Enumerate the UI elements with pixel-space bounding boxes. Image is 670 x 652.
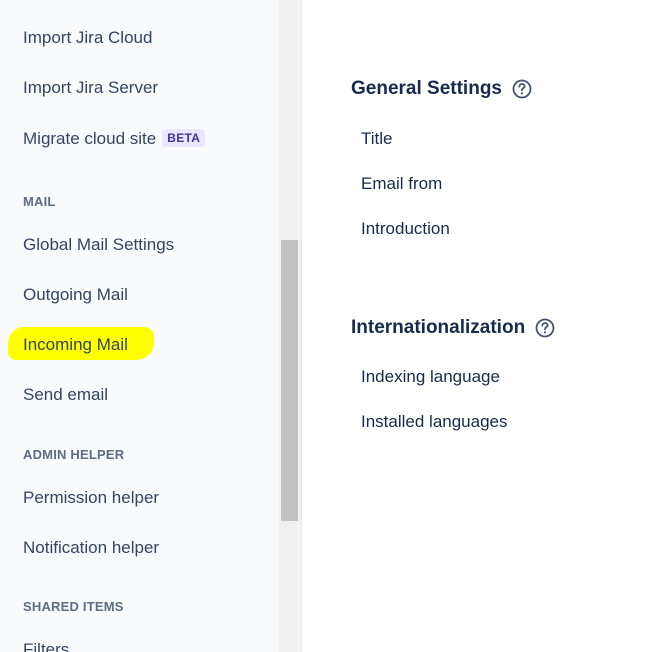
internationalization-heading: Internationalization xyxy=(351,317,555,339)
sidebar-item-incoming-mail[interactable]: Incoming Mail xyxy=(23,335,128,355)
sidebar-item-notification-helper[interactable]: Notification helper xyxy=(23,538,159,558)
section-heading-text: Internationalization xyxy=(351,317,526,338)
setting-row-introduction: Introduction xyxy=(361,219,450,238)
sidebar-item-label: Filters xyxy=(23,640,70,652)
sidebar-scrollbar[interactable] xyxy=(279,0,302,652)
help-icon[interactable] xyxy=(512,79,532,99)
sidebar-item-label: Import Jira Server xyxy=(23,78,159,97)
setting-row-indexing-language: Indexing language xyxy=(361,367,500,386)
sidebar-item-label: Permission helper xyxy=(23,488,160,507)
sidebar-item-import-jira-cloud[interactable]: Import Jira Cloud xyxy=(23,28,152,48)
sidebar-item-import-jira-server[interactable]: Import Jira Server xyxy=(23,78,158,98)
setting-row-email-from: Email from xyxy=(361,174,443,193)
section-title-mail: MAIL xyxy=(23,194,56,209)
sidebar-item-send-email[interactable]: Send email xyxy=(23,385,108,405)
help-icon[interactable] xyxy=(535,318,555,338)
sidebar-item-outgoing-mail[interactable]: Outgoing Mail xyxy=(23,285,128,305)
setting-row-installed-languages: Installed languages xyxy=(361,412,508,431)
setting-row-title: Title xyxy=(361,129,393,148)
sidebar-item-label: Global Mail Settings xyxy=(23,235,175,254)
sidebar: Import Jira Cloud Import Jira Server Mig… xyxy=(0,0,279,652)
sidebar-item-global-mail-settings[interactable]: Global Mail Settings xyxy=(23,235,174,255)
sidebar-item-label: Incoming Mail xyxy=(23,335,128,354)
beta-badge: BETA xyxy=(162,129,206,147)
main-content: General Settings Title Email from Introd… xyxy=(303,0,670,652)
sidebar-item-label: Send email xyxy=(23,385,109,404)
sidebar-item-label: Migrate cloud site xyxy=(23,129,157,148)
section-title-admin-helper: ADMIN HELPER xyxy=(23,447,125,462)
scrollbar-thumb[interactable] xyxy=(281,240,298,521)
sidebar-item-label: Import Jira Cloud xyxy=(23,28,153,47)
sidebar-item-label: Outgoing Mail xyxy=(23,285,128,304)
sidebar-item-migrate-cloud-site[interactable]: Migrate cloud site BETA xyxy=(23,129,206,149)
section-title-shared-items: SHARED ITEMS xyxy=(23,599,124,614)
section-heading-text: General Settings xyxy=(351,78,502,99)
sidebar-item-label: Notification helper xyxy=(23,538,160,557)
general-settings-heading: General Settings xyxy=(351,78,532,100)
sidebar-item-filters[interactable]: Filters xyxy=(23,640,69,652)
sidebar-item-permission-helper[interactable]: Permission helper xyxy=(23,488,159,508)
